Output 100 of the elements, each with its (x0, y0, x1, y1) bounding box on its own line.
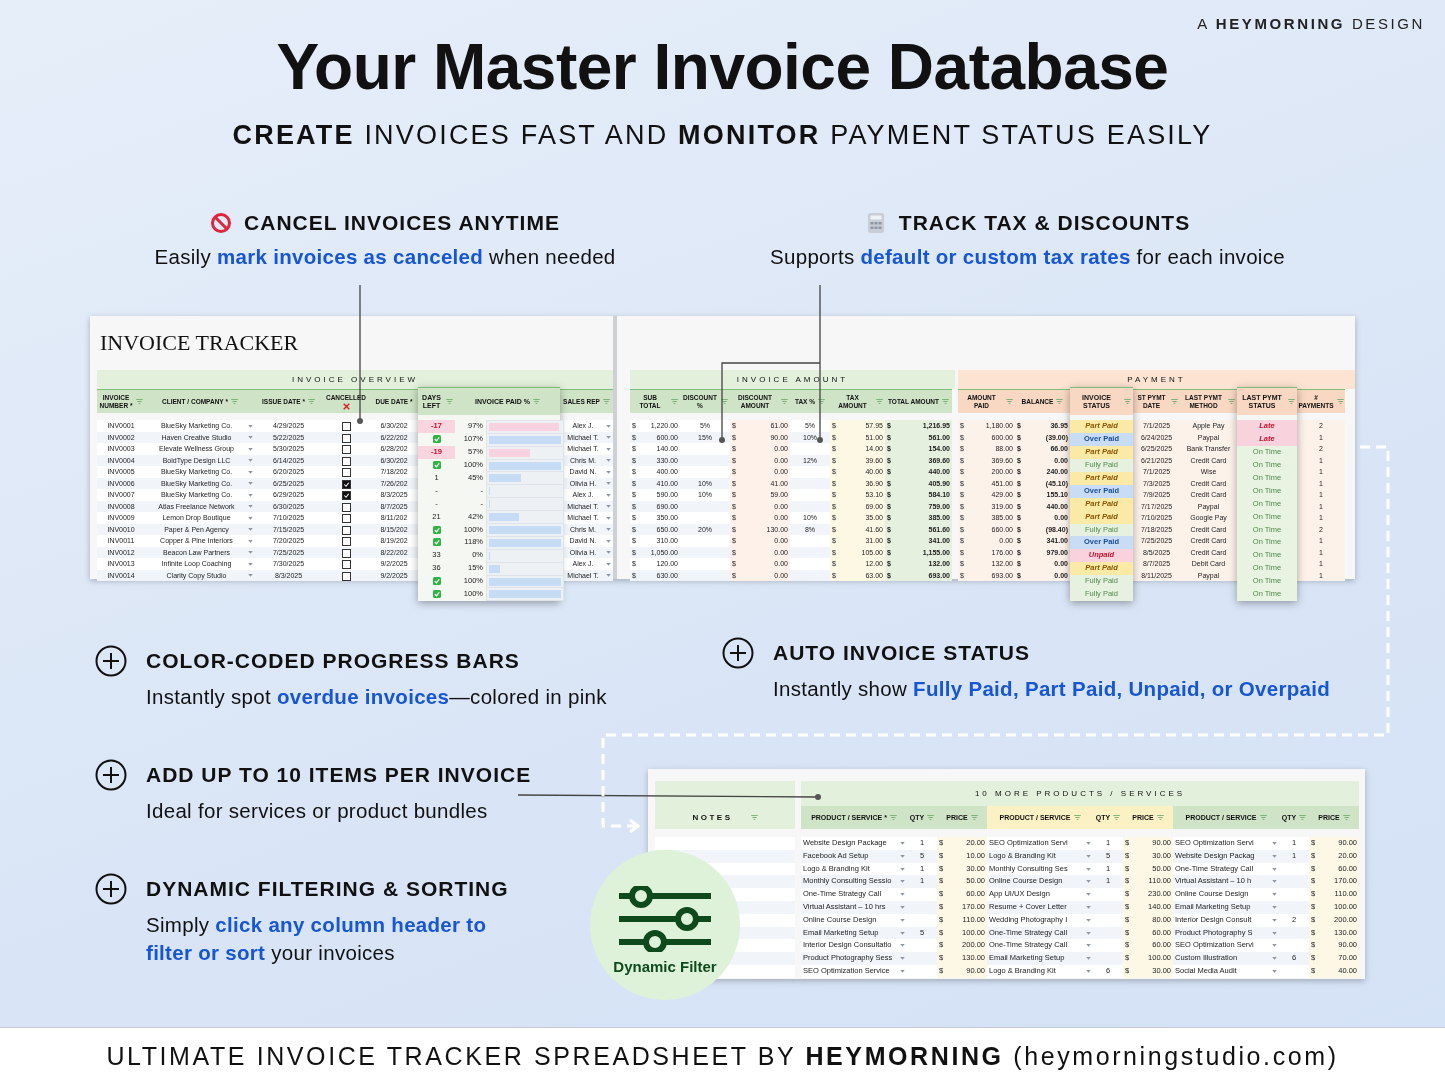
checkbox[interactable] (341, 571, 351, 581)
filter-icon[interactable] (970, 815, 978, 821)
checkbox[interactable] (341, 433, 351, 443)
dropdown-icon[interactable] (1086, 905, 1091, 909)
filter-icon[interactable] (230, 399, 238, 405)
checkbox[interactable] (341, 537, 351, 547)
checkbox[interactable] (341, 491, 351, 501)
filter-icon[interactable] (1342, 815, 1350, 821)
filter-icon[interactable] (1171, 399, 1178, 405)
filter-icon[interactable] (1124, 399, 1131, 405)
filter-icon[interactable] (1113, 815, 1121, 821)
dropdown-icon[interactable] (606, 528, 611, 532)
dropdown-icon[interactable] (900, 841, 905, 845)
dropdown-icon[interactable] (606, 551, 611, 555)
dropdown-icon[interactable] (606, 459, 611, 463)
checkbox[interactable] (341, 456, 351, 466)
checkbox[interactable] (341, 445, 351, 455)
dropdown-icon[interactable] (606, 516, 611, 520)
filter-icon[interactable] (136, 399, 143, 405)
dropdown-icon[interactable] (1086, 841, 1091, 845)
dropdown-icon[interactable] (1086, 931, 1091, 935)
dropdown-icon[interactable] (248, 516, 253, 520)
dropdown-icon[interactable] (248, 459, 253, 463)
checkbox[interactable] (341, 422, 351, 432)
filter-icon[interactable] (876, 399, 883, 405)
dropdown-icon[interactable] (248, 470, 253, 474)
dropdown-icon[interactable] (248, 493, 253, 497)
dropdown-icon[interactable] (606, 539, 611, 543)
filter-icon[interactable] (1006, 399, 1013, 405)
dropdown-icon[interactable] (606, 505, 611, 509)
dropdown-icon[interactable] (1272, 944, 1277, 948)
column-header[interactable]: NOTES (655, 806, 795, 830)
filter-icon[interactable] (721, 399, 728, 405)
dropdown-icon[interactable] (900, 969, 905, 973)
dropdown-icon[interactable] (606, 482, 611, 486)
dropdown-icon[interactable] (1272, 893, 1277, 897)
dropdown-icon[interactable] (1272, 841, 1277, 845)
dropdown-icon[interactable] (900, 880, 905, 884)
dropdown-icon[interactable] (606, 574, 611, 578)
checkbox[interactable] (341, 468, 351, 478)
checkbox[interactable] (341, 502, 351, 512)
filter-icon[interactable] (927, 815, 935, 821)
filter-icon[interactable] (942, 399, 949, 405)
dropdown-icon[interactable] (606, 562, 611, 566)
dropdown-icon[interactable] (900, 944, 905, 948)
filter-icon[interactable] (1228, 399, 1235, 405)
filter-icon[interactable] (671, 399, 678, 405)
dropdown-icon[interactable] (606, 447, 611, 451)
checkbox[interactable] (341, 514, 351, 524)
filter-icon[interactable] (1336, 399, 1344, 405)
dropdown-icon[interactable] (248, 436, 253, 440)
filter-icon[interactable] (307, 399, 315, 405)
dropdown-icon[interactable] (900, 931, 905, 935)
dropdown-icon[interactable] (248, 447, 253, 451)
dropdown-icon[interactable] (606, 470, 611, 474)
dropdown-icon[interactable] (1086, 867, 1091, 871)
filter-icon[interactable] (533, 399, 541, 405)
dropdown-icon[interactable] (1272, 969, 1277, 973)
dropdown-icon[interactable] (1272, 905, 1277, 909)
dropdown-icon[interactable] (1086, 957, 1091, 961)
dropdown-icon[interactable] (1272, 957, 1277, 961)
dropdown-icon[interactable] (1086, 918, 1091, 922)
dropdown-icon[interactable] (900, 867, 905, 871)
filter-icon[interactable] (1259, 815, 1267, 821)
dropdown-icon[interactable] (1086, 880, 1091, 884)
filter-icon[interactable] (446, 399, 453, 405)
dropdown-icon[interactable] (900, 905, 905, 909)
dropdown-icon[interactable] (248, 551, 253, 555)
dropdown-icon[interactable] (248, 562, 253, 566)
dropdown-icon[interactable] (1086, 969, 1091, 973)
dropdown-icon[interactable] (1086, 854, 1091, 858)
filter-icon[interactable] (1156, 815, 1164, 821)
checkbox[interactable] (341, 548, 351, 558)
checkbox[interactable] (341, 479, 351, 489)
filter-icon[interactable] (1073, 815, 1081, 821)
dropdown-icon[interactable] (1272, 918, 1277, 922)
dropdown-icon[interactable] (1086, 893, 1091, 897)
dropdown-icon[interactable] (1272, 931, 1277, 935)
checkbox[interactable] (341, 525, 351, 535)
dropdown-icon[interactable] (1086, 944, 1091, 948)
filter-icon[interactable] (889, 815, 897, 821)
dropdown-icon[interactable] (248, 528, 253, 532)
dropdown-icon[interactable] (900, 893, 905, 897)
dropdown-icon[interactable] (248, 505, 253, 509)
dropdown-icon[interactable] (606, 436, 611, 440)
filter-icon[interactable] (818, 399, 826, 405)
dropdown-icon[interactable] (1272, 867, 1277, 871)
filter-icon[interactable] (1056, 399, 1064, 405)
dropdown-icon[interactable] (248, 539, 253, 543)
dropdown-icon[interactable] (900, 918, 905, 922)
dropdown-icon[interactable] (606, 424, 611, 428)
filter-icon[interactable] (602, 399, 610, 405)
filter-icon[interactable] (750, 815, 758, 821)
dropdown-icon[interactable] (1272, 854, 1277, 858)
filter-icon[interactable] (1299, 815, 1307, 821)
dropdown-icon[interactable] (606, 493, 611, 497)
dropdown-icon[interactable] (900, 854, 905, 858)
filter-icon[interactable] (1288, 399, 1295, 405)
checkbox[interactable] (341, 560, 351, 570)
dropdown-icon[interactable] (900, 957, 905, 961)
